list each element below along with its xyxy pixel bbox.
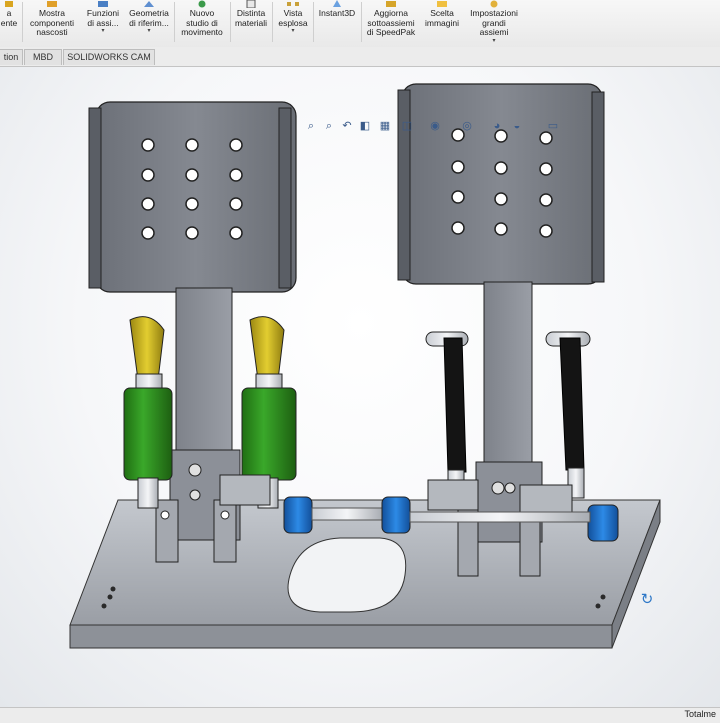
blue-spacer[interactable] <box>283 496 313 534</box>
status-text: Totalme <box>684 709 716 719</box>
bom-icon <box>246 0 256 8</box>
chevron-down-icon[interactable]: ▾ <box>274 28 312 35</box>
exploded-view-icon <box>287 2 299 6</box>
ribbon-button-large-assembly[interactable]: Impostazioni grandi assiemi ▾ <box>465 0 523 46</box>
ribbon-separator <box>272 2 273 42</box>
command-manager-tabs: tion MBD SOLIDWORKS CAM <box>0 47 720 67</box>
edit-appearance-icon[interactable]: ◕ <box>490 119 504 133</box>
display-style-icon[interactable]: ◉ <box>428 119 442 133</box>
left-bracket[interactable] <box>219 474 271 506</box>
tab-evaluation[interactable]: tion <box>0 49 23 65</box>
dynamic-annotation-icon[interactable]: ▦ <box>378 119 392 133</box>
status-bar: Totalme <box>0 707 720 723</box>
large-assembly-icon <box>490 0 498 8</box>
ribbon-label: Impostazioni grandi assiemi <box>470 8 518 38</box>
motion-study-icon <box>198 0 206 8</box>
cross-shaft[interactable] <box>311 507 383 521</box>
ribbon-separator <box>313 2 314 42</box>
pedal-assembly-model[interactable] <box>0 67 720 707</box>
ribbon-label: Funzioni di assi... <box>86 8 120 28</box>
zoom-area-icon[interactable]: ⌕ <box>322 119 336 133</box>
assembly-features-icon <box>98 1 108 7</box>
ribbon-button-bom[interactable]: Distinta materiali <box>232 0 270 46</box>
ribbon-separator <box>174 2 175 42</box>
zoom-to-fit-icon[interactable]: ⌕ <box>304 119 318 133</box>
instant3d-icon <box>333 0 341 7</box>
hide-show-icon[interactable]: ◎ <box>460 119 474 133</box>
right-rod-right[interactable] <box>545 331 591 499</box>
ribbon-button-instant3d[interactable]: Instant3D <box>315 0 359 46</box>
ribbon-separator <box>230 2 231 42</box>
ribbon-label: Scelta immagini <box>424 8 459 28</box>
previous-view-icon[interactable]: ↶ <box>340 119 354 133</box>
ribbon-button-assembly-features[interactable]: Funzioni di assi... ▾ <box>82 0 124 46</box>
blue-spacer[interactable] <box>381 496 411 534</box>
tab-mbd[interactable]: MBD <box>24 49 62 65</box>
chevron-down-icon[interactable]: ▾ <box>126 28 172 35</box>
right-bracket-right[interactable] <box>519 484 573 516</box>
section-view-icon[interactable]: ◧ <box>358 119 372 133</box>
ribbon-separator <box>22 2 23 42</box>
blue-spacer[interactable] <box>587 504 619 542</box>
right-cross-shaft[interactable] <box>409 511 591 523</box>
tab-solidworks-cam[interactable]: SOLIDWORKS CAM <box>63 49 155 65</box>
ribbon-label: a ente <box>0 8 18 28</box>
view-settings-icon[interactable]: ▭ <box>546 119 560 133</box>
chevron-down-icon[interactable]: ▾ <box>82 28 124 35</box>
ribbon-label: Mostra componenti nascosti <box>30 8 74 38</box>
component-icon <box>5 1 13 7</box>
left-damper-left[interactable] <box>123 316 173 509</box>
ribbon-button-motion-study[interactable]: Nuovo studio di movimento <box>176 0 228 46</box>
rotate-cursor-icon: ↻ <box>640 591 654 608</box>
command-manager-ribbon: a ente Mostra componenti nascosti Funzio… <box>0 0 720 48</box>
ribbon-button-snapshot[interactable]: Scelta immagini <box>421 0 463 46</box>
ribbon-label: Instant3D <box>318 8 356 18</box>
ribbon-label: Distinta materiali <box>234 8 268 28</box>
ribbon-label: Nuovo studio di movimento <box>181 8 223 38</box>
ribbon-label: Vista esplosa <box>278 8 308 28</box>
ribbon-button-reference-geometry[interactable]: Geometria di riferim... ▾ <box>126 0 172 46</box>
ribbon-button-exploded-view[interactable]: Vista esplosa ▾ <box>274 0 312 46</box>
ribbon-label: Aggiorna sottoassiemi di SpeedPak <box>366 8 416 38</box>
speedpak-icon <box>386 1 396 7</box>
snapshot-icon <box>437 1 447 7</box>
apply-scene-icon[interactable]: ◒ <box>510 119 524 133</box>
ribbon-button-component[interactable]: a ente <box>0 0 20 46</box>
right-bracket-left[interactable] <box>427 479 479 511</box>
reference-geometry-icon <box>144 1 154 7</box>
graphics-area[interactable]: ⌕ ⌕ ↶ ◧ ▦ ◫ ◉ ◎ ◕ ◒ ▭ <box>0 67 720 707</box>
ribbon-label: Geometria di riferim... <box>129 8 169 28</box>
right-rod-left[interactable] <box>425 331 469 501</box>
ribbon-separator <box>361 2 362 42</box>
show-hidden-icon <box>47 1 57 7</box>
chevron-down-icon[interactable]: ▾ <box>465 38 523 45</box>
view-orientation-icon[interactable]: ◫ <box>400 119 414 133</box>
ribbon-button-speedpak[interactable]: Aggiorna sottoassiemi di SpeedPak <box>363 0 419 46</box>
ribbon-button-show-hidden[interactable]: Mostra componenti nascosti <box>24 0 80 46</box>
